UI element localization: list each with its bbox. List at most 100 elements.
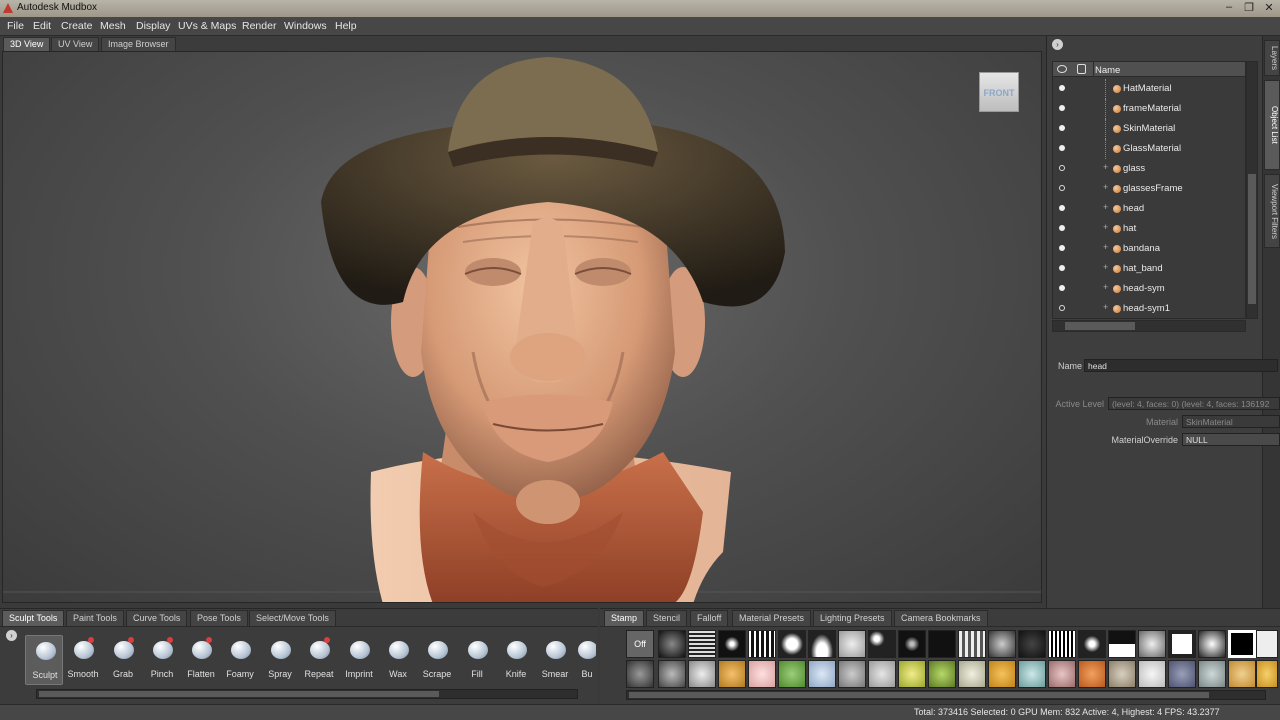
stamp-thumb[interactable] xyxy=(1018,660,1046,688)
panel-close-icon[interactable]: › xyxy=(1052,39,1063,50)
stamp-thumb[interactable] xyxy=(1138,630,1166,658)
tab-pose-tools[interactable]: Pose Tools xyxy=(190,610,248,626)
stamp-thumb[interactable] xyxy=(688,630,716,658)
stamp-thumb[interactable] xyxy=(958,660,986,688)
visibility-dot-icon[interactable] xyxy=(1059,265,1065,271)
tool-smooth[interactable]: Smooth xyxy=(64,635,102,685)
stamp-thumb[interactable] xyxy=(838,660,866,688)
visibility-dot-icon[interactable] xyxy=(1059,225,1065,231)
visibility-dot-icon[interactable] xyxy=(1059,205,1065,211)
close-button[interactable]: ✕ xyxy=(1260,1,1278,15)
stamp-thumb[interactable] xyxy=(688,660,716,688)
expand-icon[interactable]: + xyxy=(1103,182,1108,192)
column-name[interactable]: Name xyxy=(1095,65,1120,76)
visibility-dot-icon[interactable] xyxy=(1059,305,1065,311)
tab-camera-bookmarks[interactable]: Camera Bookmarks xyxy=(894,610,988,626)
list-item[interactable]: HatMaterial xyxy=(1053,79,1245,99)
stamp-thumb[interactable] xyxy=(1138,660,1166,688)
tool-repeat[interactable]: Repeat xyxy=(300,635,338,685)
tab-viewport-filters[interactable]: Viewport Filters xyxy=(1264,174,1280,248)
stamp-thumb[interactable] xyxy=(626,660,654,688)
active-level-field[interactable]: (level: 4, faces: 0) (level: 4, faces: 1… xyxy=(1108,397,1280,410)
visibility-eye-icon[interactable] xyxy=(1057,65,1067,73)
tab-curve-tools[interactable]: Curve Tools xyxy=(126,610,188,626)
stamp-thumb[interactable] xyxy=(1018,630,1046,658)
tab-falloff[interactable]: Falloff xyxy=(690,610,729,626)
stamp-thumb[interactable] xyxy=(1198,630,1226,658)
menu-file[interactable]: File xyxy=(7,20,24,32)
stamp-thumb[interactable] xyxy=(838,630,866,658)
expand-icon[interactable]: + xyxy=(1103,282,1108,292)
lock-icon[interactable] xyxy=(1077,64,1086,74)
stamp-thumb[interactable] xyxy=(808,630,836,658)
list-item[interactable]: + bandana xyxy=(1053,239,1245,259)
stamp-thumb[interactable] xyxy=(988,630,1016,658)
stamp-thumb[interactable] xyxy=(1228,630,1256,658)
visibility-dot-icon[interactable] xyxy=(1059,245,1065,251)
tool-spray[interactable]: Spray xyxy=(261,635,299,685)
tab-sculpt-tools[interactable]: Sculpt Tools xyxy=(2,610,65,626)
list-item[interactable]: + head-sym xyxy=(1053,279,1245,299)
stamp-thumb[interactable] xyxy=(1228,660,1256,688)
stamp-thumb[interactable] xyxy=(808,660,836,688)
viewcube[interactable]: FRONT xyxy=(979,72,1019,112)
tab-paint-tools[interactable]: Paint Tools xyxy=(66,610,124,626)
stamp-thumb[interactable] xyxy=(1048,660,1076,688)
list-item[interactable]: GlassMaterial xyxy=(1053,139,1245,159)
list-item[interactable]: + hat xyxy=(1053,219,1245,239)
list-item[interactable]: + glassesFrame xyxy=(1053,179,1245,199)
visibility-dot-icon[interactable] xyxy=(1059,105,1065,111)
scroll-thumb[interactable] xyxy=(39,691,439,697)
stamp-thumb[interactable] xyxy=(868,660,896,688)
stamp-thumb[interactable] xyxy=(1256,660,1278,688)
material-override-select[interactable]: NULL xyxy=(1182,433,1280,446)
stamp-thumb[interactable] xyxy=(898,630,926,658)
tab-uv-view[interactable]: UV View xyxy=(51,37,100,51)
stamp-thumb[interactable] xyxy=(988,660,1016,688)
stamp-thumb[interactable] xyxy=(748,660,776,688)
expand-icon[interactable]: + xyxy=(1103,242,1108,252)
scroll-thumb[interactable] xyxy=(1248,174,1256,304)
tab-material-presets[interactable]: Material Presets xyxy=(732,610,812,626)
list-item[interactable]: frameMaterial xyxy=(1053,99,1245,119)
list-item[interactable]: SkinMaterial xyxy=(1053,119,1245,139)
menu-create[interactable]: Create xyxy=(61,20,93,32)
visibility-dot-icon[interactable] xyxy=(1059,145,1065,151)
stamp-thumb[interactable] xyxy=(958,630,986,658)
list-item[interactable]: + head-sym1 xyxy=(1053,299,1245,318)
list-item[interactable]: + head xyxy=(1053,199,1245,219)
tool-pinch[interactable]: Pinch xyxy=(143,635,181,685)
stamp-thumb[interactable] xyxy=(658,660,686,688)
expand-icon[interactable]: + xyxy=(1103,302,1108,312)
stamp-tray-scrollbar[interactable] xyxy=(626,690,1266,700)
menu-render[interactable]: Render xyxy=(242,20,276,32)
stamp-thumb[interactable] xyxy=(928,660,956,688)
menu-display[interactable]: Display xyxy=(136,20,170,32)
maximize-button[interactable]: ❐ xyxy=(1240,1,1258,15)
object-list-vscrollbar[interactable] xyxy=(1246,61,1258,319)
stamp-thumb[interactable] xyxy=(898,660,926,688)
stamp-thumb[interactable] xyxy=(1168,630,1196,658)
tool-fill[interactable]: Fill xyxy=(458,635,496,685)
menu-mesh[interactable]: Mesh xyxy=(100,20,126,32)
stamp-thumb[interactable] xyxy=(1198,660,1226,688)
tool-foamy[interactable]: Foamy xyxy=(221,635,259,685)
tool-tray-scrollbar[interactable] xyxy=(36,689,578,699)
expand-icon[interactable]: + xyxy=(1103,202,1108,212)
stamp-thumb[interactable] xyxy=(748,630,776,658)
object-list-hscrollbar[interactable] xyxy=(1052,320,1246,332)
stamp-thumb[interactable] xyxy=(928,630,956,658)
tool-bulge[interactable]: Bu xyxy=(568,635,596,685)
tab-lighting-presets[interactable]: Lighting Presets xyxy=(813,610,892,626)
stamp-thumb[interactable] xyxy=(868,630,896,658)
material-field[interactable]: SkinMaterial xyxy=(1182,415,1280,428)
tab-stencil[interactable]: Stencil xyxy=(646,610,688,626)
stamp-thumb[interactable] xyxy=(778,660,806,688)
list-item[interactable]: + hat_band xyxy=(1053,259,1245,279)
tool-sculpt[interactable]: Sculpt xyxy=(25,635,63,685)
menu-edit[interactable]: Edit xyxy=(33,20,51,32)
name-field[interactable]: head xyxy=(1084,359,1278,372)
tool-scrape[interactable]: Scrape xyxy=(418,635,456,685)
menu-help[interactable]: Help xyxy=(335,20,357,32)
stamp-off[interactable]: Off xyxy=(626,630,654,658)
